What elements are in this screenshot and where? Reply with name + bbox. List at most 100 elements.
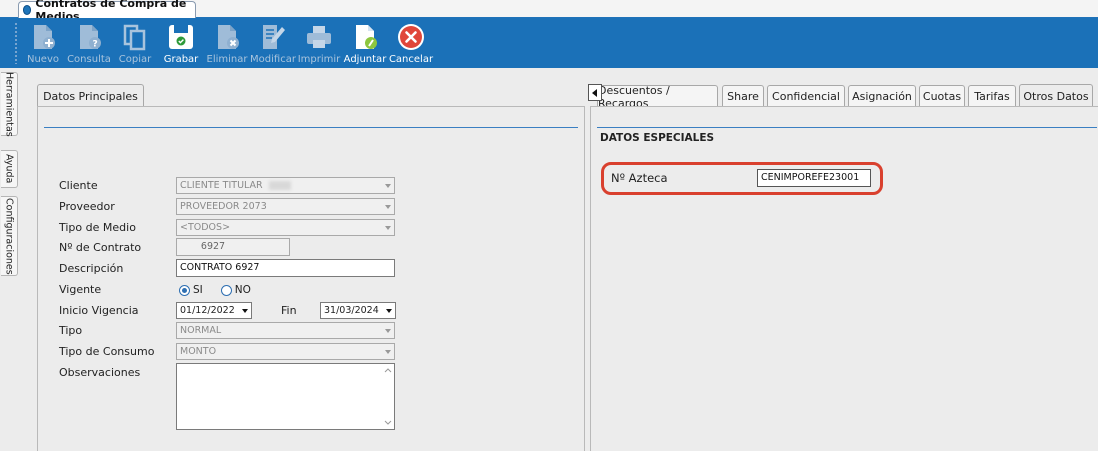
vigente-radio-group: SI NO — [179, 284, 251, 296]
observaciones-textarea[interactable] — [176, 363, 395, 430]
modificar-label: Modificar — [250, 54, 296, 65]
tipo-consumo-select[interactable]: MONTO — [176, 343, 395, 360]
attach-document-icon — [356, 25, 377, 49]
copy-icon — [123, 24, 146, 51]
side-tab-ayuda-label: Ayuda — [3, 154, 15, 184]
eliminar-button[interactable]: Eliminar — [204, 18, 250, 68]
tab-tarifas[interactable]: Tarifas — [968, 85, 1016, 107]
scroll-up-icon[interactable] — [384, 367, 392, 373]
side-tab-configuraciones[interactable]: Configuraciones — [1, 196, 18, 276]
tab-datos-principales-label: Datos Principales — [43, 89, 138, 103]
tab-label: Share — [727, 90, 759, 103]
vigente-si-label: SI — [193, 284, 203, 296]
toolbar-grip-icon[interactable] — [14, 22, 18, 64]
consulta-button[interactable]: ? Consulta — [66, 18, 112, 68]
window-tab-contratos[interactable]: Contratos de Compra de Medios — [18, 0, 196, 23]
inicio-vigencia-value: 01/12/2022 — [180, 305, 235, 316]
tab-datos-principales[interactable]: Datos Principales — [37, 84, 144, 107]
vigente-no-label: NO — [234, 284, 251, 296]
scroll-down-icon[interactable] — [384, 420, 392, 426]
contrato-label: Nº de Contrato — [59, 241, 142, 254]
adjuntar-label: Adjuntar — [343, 54, 387, 65]
save-icon — [169, 25, 193, 49]
tipo-medio-select[interactable]: <TODOS> — [176, 219, 395, 236]
imprimir-button[interactable]: Imprimir — [296, 18, 342, 68]
side-tab-bar: Herramientas Ayuda Configuraciones — [0, 68, 19, 451]
vigente-no-radio[interactable] — [220, 284, 232, 296]
tab-label: Confidencial — [772, 90, 840, 103]
cancelar-button[interactable]: Cancelar — [388, 18, 434, 68]
tipo-value: NORMAL — [180, 325, 222, 336]
radio-dot-icon — [182, 287, 187, 293]
chevron-down-icon — [385, 226, 391, 230]
tab-share[interactable]: Share — [722, 85, 764, 107]
descripcion-field[interactable]: CONTRATO 6927 — [176, 259, 395, 277]
new-document-icon — [34, 25, 55, 49]
nuevo-label: Nuevo — [26, 54, 59, 65]
chevron-down-icon — [242, 309, 248, 313]
tab-cuotas[interactable]: Cuotas — [919, 85, 965, 107]
cliente-select[interactable]: CLIENTE TITULAR — [176, 177, 395, 194]
chevron-down-icon — [385, 205, 391, 209]
tab-descuentos-recargos[interactable]: Descuentos / Recargos — [597, 84, 718, 108]
nuevo-button[interactable]: Nuevo — [20, 18, 66, 68]
app-window: Contratos de Compra de Medios Nuevo ? Co… — [0, 0, 1098, 451]
inicio-vigencia-label: Inicio Vigencia — [59, 304, 139, 317]
adjuntar-button[interactable]: Adjuntar — [342, 18, 388, 68]
edit-document-icon — [263, 25, 285, 49]
consulta-label: Consulta — [67, 54, 111, 65]
copiar-button[interactable]: Copiar — [112, 18, 158, 68]
grabar-label: Grabar — [163, 54, 199, 65]
side-tab-configuraciones-label: Configuraciones — [3, 197, 15, 275]
svg-text:?: ? — [93, 40, 98, 50]
azteca-label: Nº Azteca — [611, 171, 668, 185]
inicio-vigencia-date[interactable]: 01/12/2022 — [176, 302, 252, 319]
tab-otros-datos[interactable]: Otros Datos — [1019, 84, 1093, 107]
azteca-field[interactable]: CENIMPOREFE23001 — [757, 169, 871, 187]
proveedor-label: Proveedor — [59, 200, 115, 213]
tipo-medio-value: <TODOS> — [180, 222, 231, 233]
tab-label: Tarifas — [974, 90, 1010, 103]
vigente-label: Vigente — [59, 283, 102, 296]
tab-label: Descuentos / Recargos — [598, 84, 670, 108]
triangle-left-icon — [592, 88, 597, 97]
chevron-down-icon — [385, 184, 391, 188]
fin-value: 31/03/2024 — [324, 305, 379, 316]
observaciones-scrollbar[interactable] — [382, 364, 394, 429]
app-logo-icon — [23, 5, 32, 15]
proveedor-select[interactable]: PROVEEDOR 2073 — [176, 198, 395, 215]
cancel-icon — [398, 24, 424, 50]
tipo-medio-label: Tipo de Medio — [59, 221, 136, 234]
side-tab-ayuda[interactable]: Ayuda — [1, 150, 18, 188]
tipo-consumo-value: MONTO — [180, 346, 217, 357]
datos-principales-panel: Cliente CLIENTE TITULAR Proveedor PROVEE… — [37, 106, 585, 451]
grabar-button[interactable]: Grabar — [158, 18, 204, 68]
contrato-value: 6927 — [200, 241, 226, 252]
tipo-consumo-label: Tipo de Consumo — [59, 345, 155, 358]
window-tab-strip: Contratos de Compra de Medios — [0, 0, 1098, 23]
cancelar-label: Cancelar — [388, 54, 434, 65]
tipo-select[interactable]: NORMAL — [176, 322, 395, 339]
section-divider — [44, 127, 578, 128]
redacted-text — [268, 181, 291, 190]
query-document-icon: ? — [80, 25, 101, 50]
fin-date[interactable]: 31/03/2024 — [320, 302, 396, 319]
delete-document-icon — [218, 25, 239, 49]
tipo-label: Tipo — [59, 324, 83, 337]
descripcion-value: CONTRATO 6927 — [180, 262, 260, 273]
printer-icon — [307, 26, 331, 48]
contrato-field[interactable]: 6927 — [176, 238, 290, 256]
section-divider — [597, 127, 1097, 128]
cliente-value: CLIENTE TITULAR — [180, 180, 263, 191]
proveedor-value: PROVEEDOR 2073 — [180, 201, 267, 212]
tab-confidencial[interactable]: Confidencial — [767, 85, 845, 107]
side-tab-herramientas-label: Herramientas — [3, 71, 15, 137]
tab-label: Otros Datos — [1023, 89, 1089, 103]
modificar-button[interactable]: Modificar — [250, 18, 296, 68]
tab-scroll-left-button[interactable] — [588, 84, 602, 101]
side-tab-herramientas[interactable]: Herramientas — [1, 72, 18, 136]
descripcion-label: Descripción — [59, 262, 124, 275]
imprimir-label: Imprimir — [297, 54, 341, 65]
vigente-si-radio[interactable] — [179, 284, 190, 296]
tab-asignacion[interactable]: Asignación — [848, 85, 916, 107]
